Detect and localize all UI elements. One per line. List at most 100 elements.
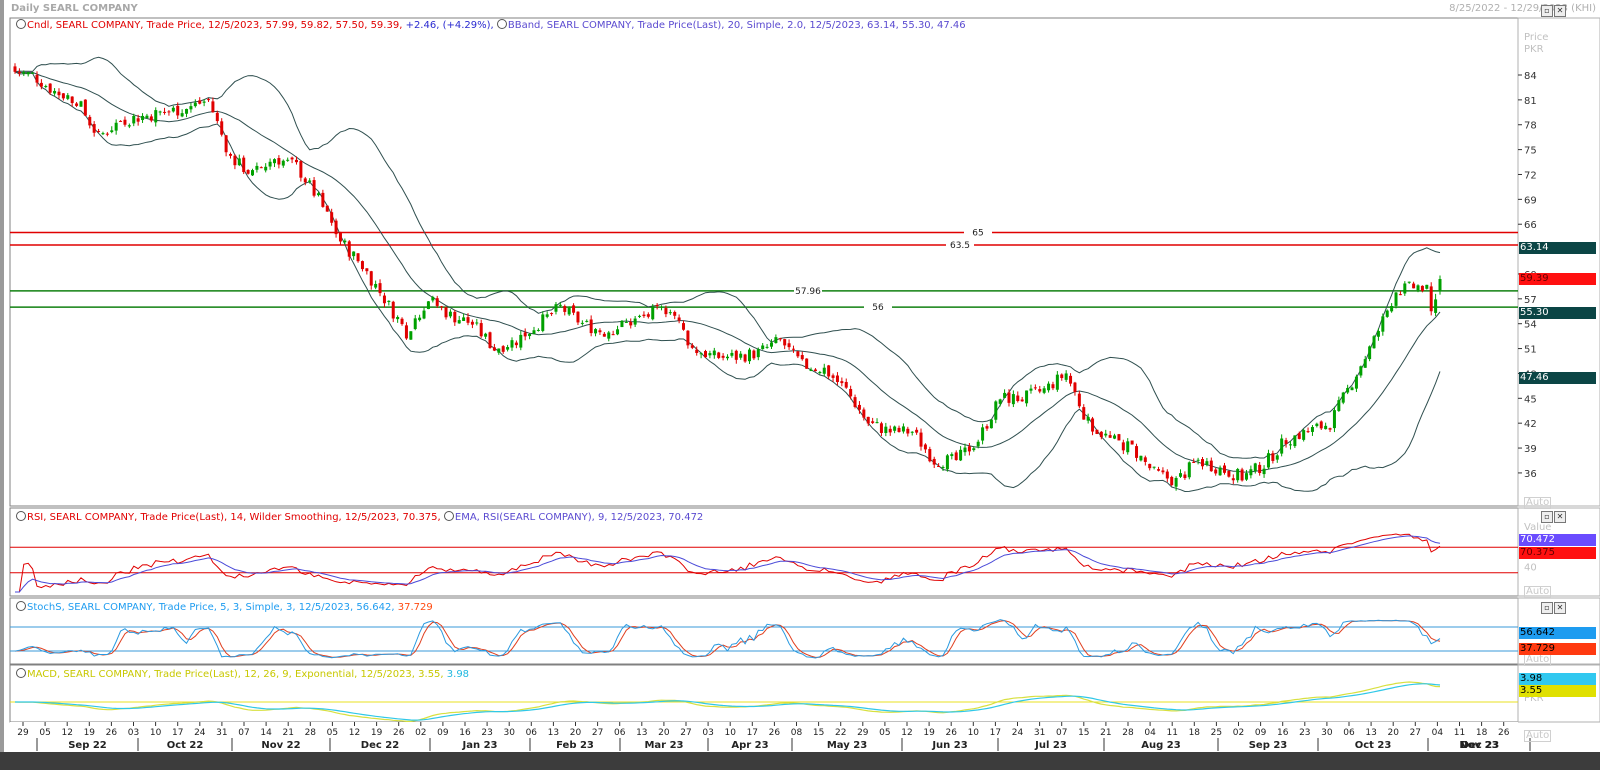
candle bbox=[1429, 282, 1433, 316]
candle-body bbox=[176, 105, 180, 116]
indicator-clock-icon[interactable] bbox=[496, 19, 507, 29]
close-icon[interactable]: ✕ bbox=[1554, 602, 1566, 614]
candle-body bbox=[418, 317, 422, 321]
candle-body bbox=[800, 355, 804, 360]
stoch-auto-button[interactable]: Auto bbox=[1524, 654, 1552, 666]
candle-body bbox=[198, 100, 202, 104]
candle-body bbox=[369, 271, 373, 286]
candle-body bbox=[211, 101, 215, 113]
candle bbox=[488, 331, 492, 349]
candle-body bbox=[365, 268, 369, 272]
candle-body bbox=[88, 116, 92, 126]
candle-body bbox=[1275, 455, 1279, 460]
close-icon[interactable]: ✕ bbox=[1554, 511, 1566, 523]
indicator-clock-icon[interactable] bbox=[16, 668, 26, 678]
candle-legend-text: Cndl, SEARL COMPANY, Trade Price, 12/5/2… bbox=[27, 20, 406, 31]
candle-body bbox=[752, 350, 756, 359]
candle-body bbox=[633, 318, 637, 325]
candle-body bbox=[536, 329, 540, 331]
candle-body bbox=[1319, 421, 1323, 429]
restore-icon[interactable]: ▫ bbox=[1541, 5, 1553, 17]
candle-body bbox=[884, 426, 888, 434]
price-auto-button[interactable]: Auto bbox=[1524, 497, 1552, 509]
candle-body bbox=[1130, 440, 1134, 445]
candle-body bbox=[1354, 376, 1358, 389]
candle-body bbox=[110, 130, 114, 133]
macd-auto-button[interactable]: Auto bbox=[1524, 730, 1552, 742]
restore-icon[interactable]: ▫ bbox=[1541, 511, 1553, 523]
indicator-clock-icon[interactable] bbox=[443, 511, 454, 521]
restore-icon[interactable]: ▫ bbox=[1541, 602, 1553, 614]
candle-body bbox=[26, 72, 30, 75]
indicator-clock-icon[interactable] bbox=[16, 19, 26, 29]
candle-body bbox=[963, 447, 967, 453]
candle-body bbox=[286, 159, 290, 161]
candle-body bbox=[1341, 392, 1345, 403]
x-tick-label: 10 bbox=[968, 728, 980, 738]
indicator-clock-icon[interactable] bbox=[16, 511, 26, 521]
x-tick-label: 23 bbox=[481, 728, 492, 738]
candle-body bbox=[813, 369, 817, 372]
candle-body bbox=[352, 251, 356, 257]
x-tick-label: 26 bbox=[1498, 728, 1510, 738]
candle-body bbox=[237, 158, 241, 166]
candle-body bbox=[673, 311, 677, 316]
candle-body bbox=[290, 157, 294, 160]
candle-body bbox=[1412, 283, 1416, 289]
candle-body bbox=[246, 170, 250, 174]
indicator-clock-icon[interactable] bbox=[16, 601, 26, 611]
x-tick-label: 24 bbox=[1012, 728, 1024, 738]
candle-body bbox=[453, 311, 457, 323]
candle bbox=[928, 446, 932, 463]
candle-body bbox=[224, 135, 228, 153]
candle-body bbox=[448, 311, 452, 317]
x-tick-label: 14 bbox=[260, 728, 272, 738]
x-tick-label: 26 bbox=[106, 728, 118, 738]
rsi-auto-button[interactable]: Auto bbox=[1524, 586, 1552, 598]
x-tick-label: 07 bbox=[238, 728, 249, 738]
candle-body bbox=[1020, 399, 1024, 402]
month-label: Jan 23 bbox=[462, 740, 498, 751]
price-tick-label: 72 bbox=[1524, 170, 1537, 181]
candle-body bbox=[347, 241, 351, 257]
candle-body bbox=[704, 351, 708, 358]
candle-body bbox=[1055, 374, 1059, 390]
candle-body bbox=[193, 102, 197, 107]
candle-body bbox=[1271, 453, 1275, 461]
candle bbox=[1368, 345, 1372, 362]
candle-body bbox=[1143, 457, 1147, 462]
x-tick-label: 08 bbox=[791, 728, 803, 738]
candle-body bbox=[664, 308, 668, 315]
month-label: Mar 23 bbox=[644, 740, 683, 751]
candle-body bbox=[1302, 430, 1306, 440]
candle-body bbox=[422, 310, 426, 319]
level-label: 56 bbox=[872, 303, 884, 313]
candle-body bbox=[277, 158, 281, 165]
candle-body bbox=[629, 322, 633, 326]
candle-body bbox=[611, 334, 615, 336]
candle-body bbox=[66, 95, 70, 99]
candle-body bbox=[31, 72, 35, 74]
candle-body bbox=[470, 321, 474, 325]
candle-body bbox=[308, 180, 312, 182]
candle-body bbox=[1038, 389, 1042, 392]
x-tick-label: 20 bbox=[658, 728, 670, 738]
candle-body bbox=[360, 261, 364, 270]
candle-body bbox=[818, 371, 822, 373]
bband-legend-text: BBand, SEARL COMPANY, Trade Price(Last),… bbox=[507, 20, 966, 31]
month-label: Dec 23 bbox=[1461, 740, 1499, 751]
candle-body bbox=[61, 93, 65, 99]
candle-body bbox=[39, 82, 43, 87]
candle-body bbox=[616, 329, 620, 335]
candle-body bbox=[1060, 374, 1064, 379]
close-icon[interactable]: ✕ bbox=[1554, 5, 1566, 17]
candle-body bbox=[941, 466, 945, 468]
candle-body bbox=[127, 125, 131, 127]
candle-body bbox=[580, 322, 584, 324]
candle-body bbox=[809, 369, 813, 372]
month-label: Nov 22 bbox=[261, 740, 300, 751]
candle-body bbox=[717, 352, 721, 358]
candle-body bbox=[506, 347, 510, 350]
candle-body bbox=[831, 375, 835, 378]
candle-body bbox=[1258, 464, 1262, 473]
